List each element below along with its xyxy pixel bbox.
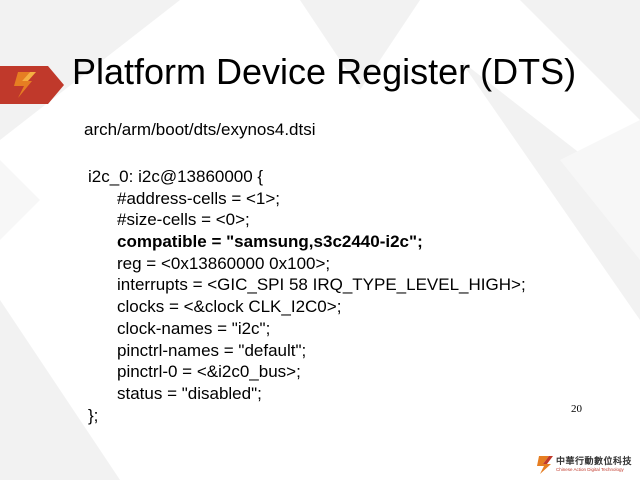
page-number: 20 — [571, 403, 582, 415]
code-line: i2c_0: i2c@13860000 { — [88, 167, 264, 186]
code-line: pinctrl-0 = <&i2c0_bus>; — [117, 362, 301, 382]
footer-company-en: Chinese Action Digital Technology — [556, 466, 624, 472]
code-line: reg = <0x13860000 0x100>; — [117, 253, 331, 273]
code-line: #size-cells = <0>; — [117, 210, 250, 230]
code-line: compatible = "samsung,s3c2440-i2c"; — [117, 232, 423, 252]
code-line: #address-cells = <1>; — [117, 188, 281, 208]
file-path: arch/arm/boot/dts/exynos4.dtsi — [84, 120, 316, 139]
code-line: clock-names = "i2c"; — [117, 318, 271, 338]
code-line: }; — [88, 405, 99, 425]
code-line: clocks = <&clock CLK_I2C0>; — [117, 297, 342, 317]
brand-logo-icon — [0, 66, 64, 104]
code-line: interrupts = <GIC_SPI 58 IRQ_TYPE_LEVEL_… — [117, 275, 526, 295]
footer-logo: 中華行動數位科技 Chinese Action Digital Technolo… — [537, 454, 637, 476]
footer-company-cn: 中華行動數位科技 — [556, 456, 633, 467]
footer-logo-icon — [537, 456, 553, 474]
slide-title: Platform Device Register (DTS) — [72, 51, 577, 92]
code-line: status = "disabled"; — [117, 383, 262, 403]
code-line: pinctrl-names = "default"; — [117, 340, 307, 360]
code-block: i2c_0: i2c@13860000 { #address-cells = <1… — [88, 166, 526, 426]
